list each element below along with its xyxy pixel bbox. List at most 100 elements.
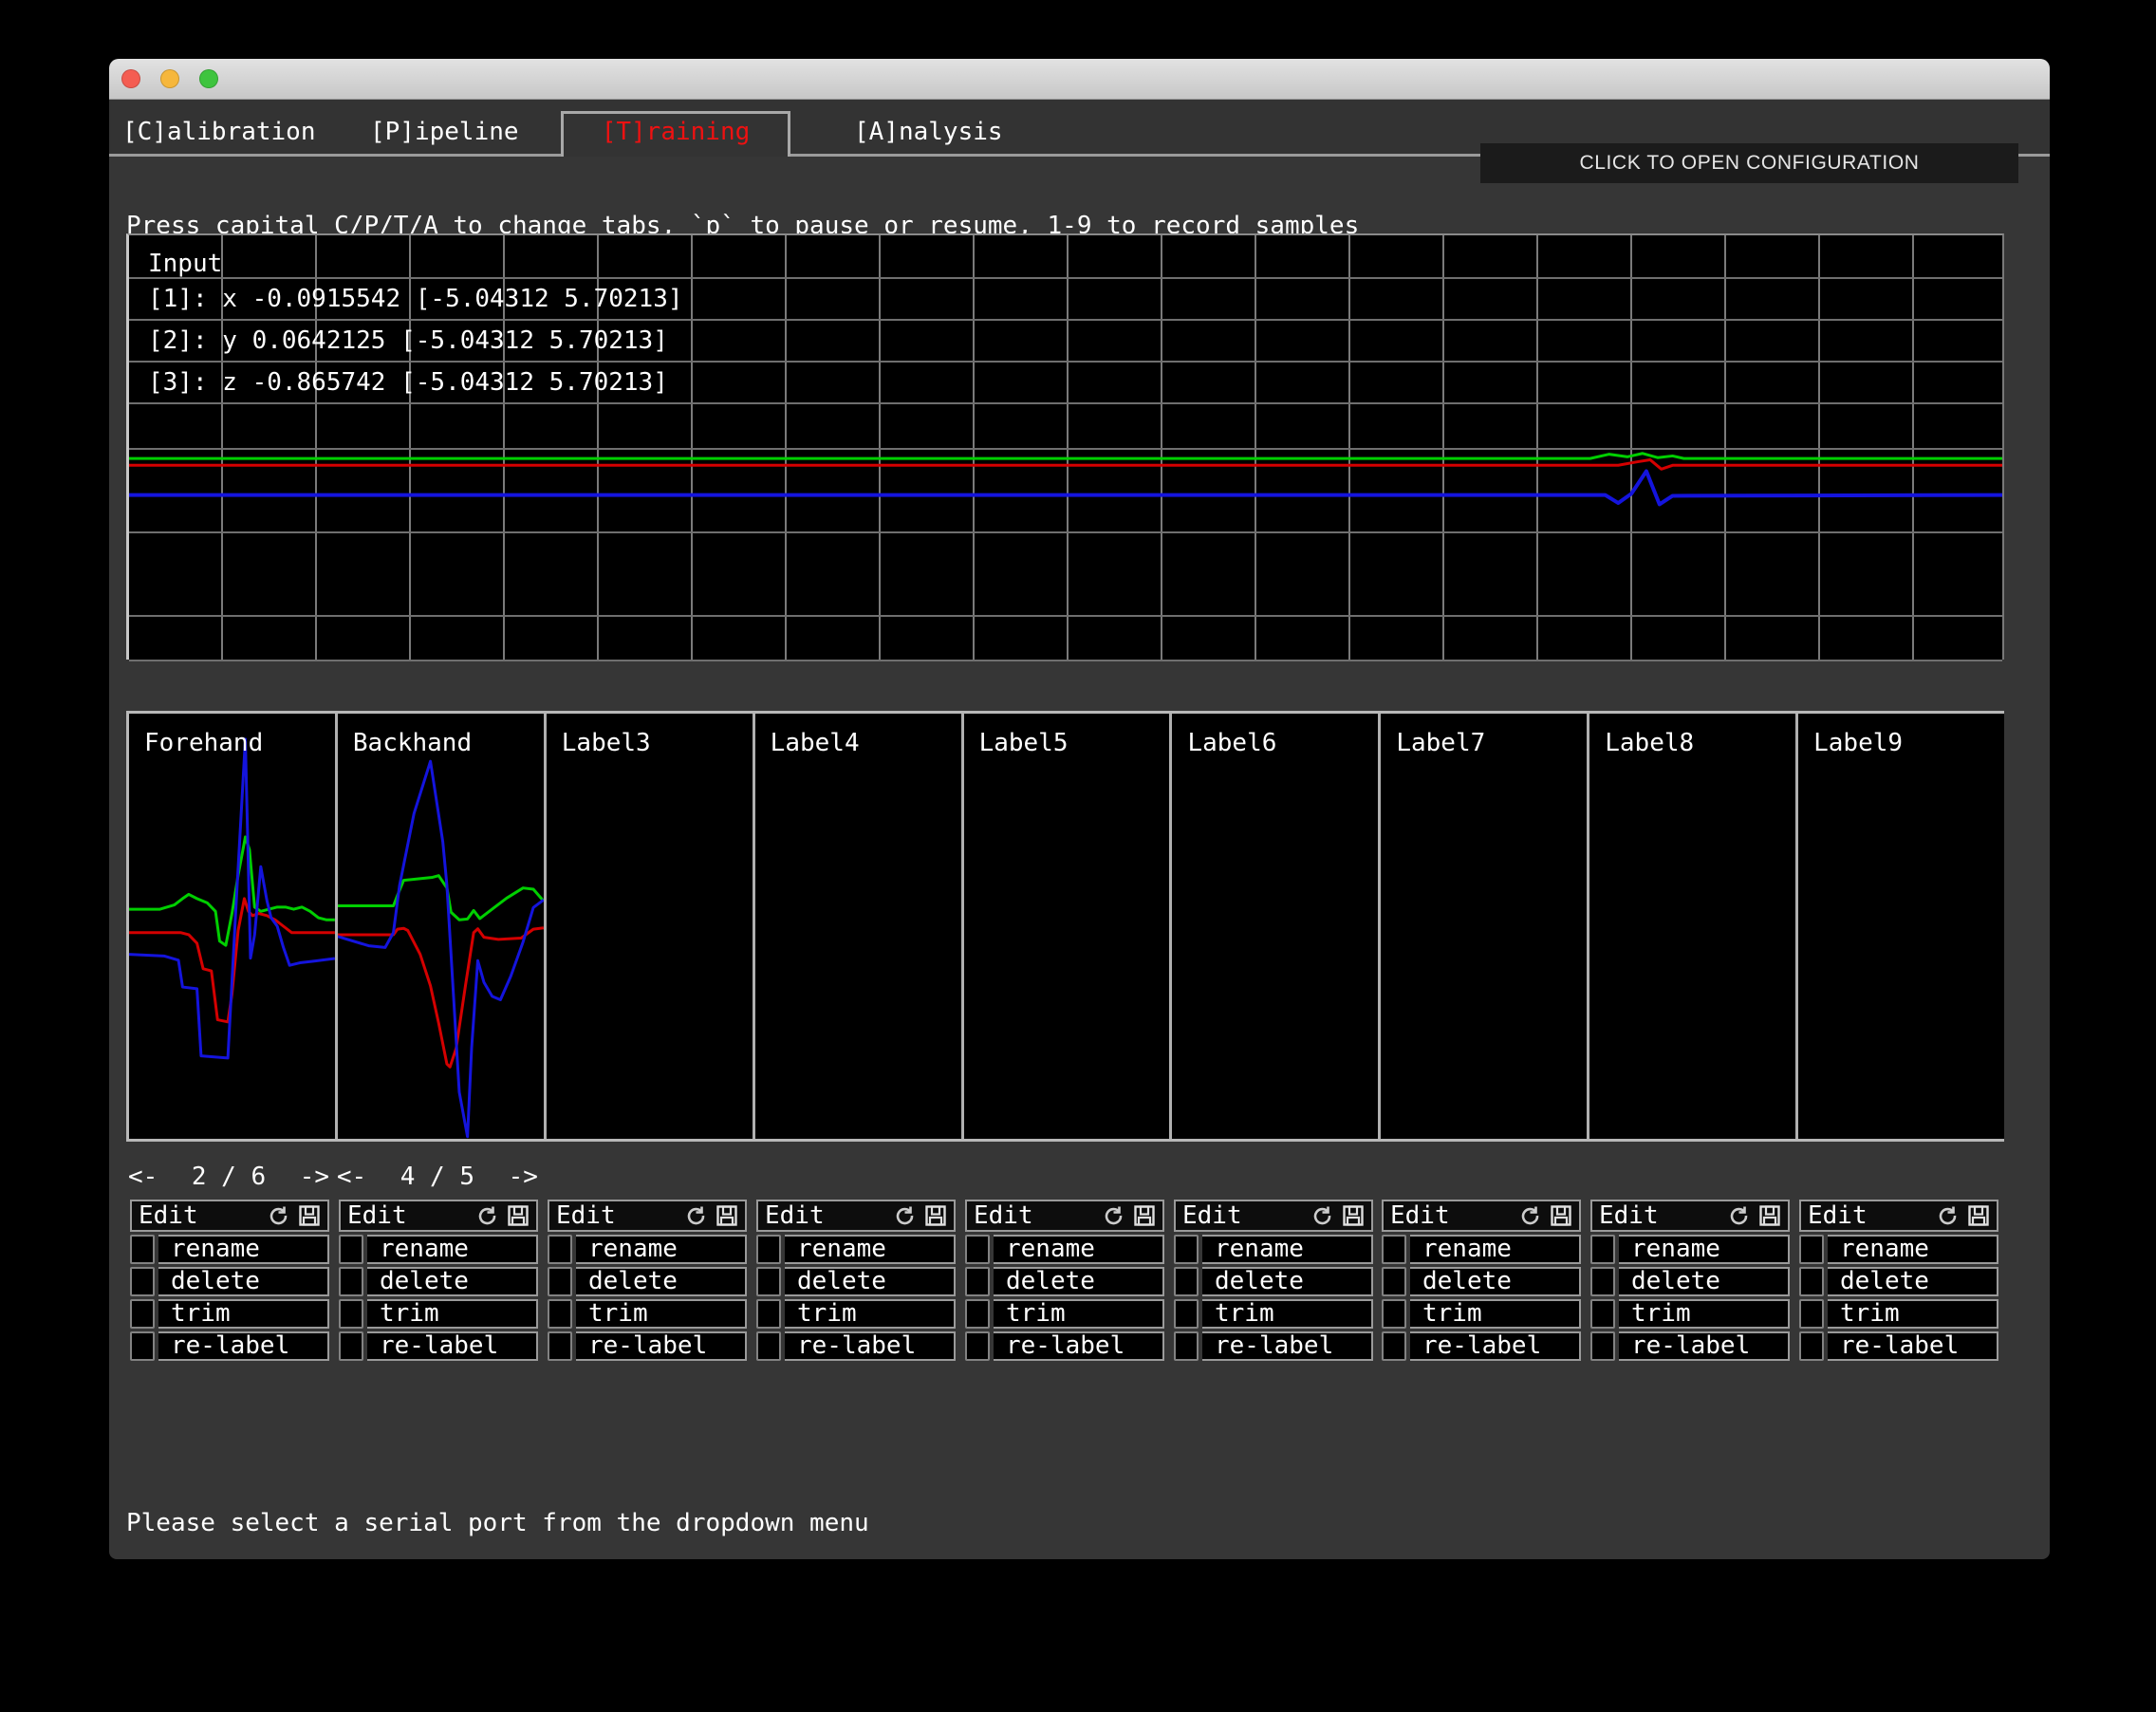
menu-item-rename[interactable]: rename: [576, 1235, 747, 1264]
menu-item-rename[interactable]: rename: [994, 1235, 1164, 1264]
checkbox-delete[interactable]: [339, 1267, 363, 1296]
menu-item-rename[interactable]: rename: [158, 1235, 329, 1264]
refresh-icon[interactable]: [684, 1204, 707, 1227]
menu-item-rename[interactable]: rename: [1619, 1235, 1790, 1264]
menu-item-re-label[interactable]: re-label: [1619, 1331, 1790, 1361]
refresh-icon[interactable]: [1102, 1204, 1124, 1227]
menu-item-trim[interactable]: trim: [158, 1299, 329, 1329]
menu-item-trim[interactable]: trim: [1828, 1299, 1998, 1329]
checkbox-rename[interactable]: [965, 1235, 990, 1264]
menu-item-delete[interactable]: delete: [1828, 1267, 1998, 1296]
menu-item-trim[interactable]: trim: [1202, 1299, 1373, 1329]
menu-item-trim[interactable]: trim: [1410, 1299, 1581, 1329]
checkbox-delete[interactable]: [1590, 1267, 1615, 1296]
save-icon[interactable]: [1342, 1204, 1365, 1227]
menu-item-trim[interactable]: trim: [1619, 1299, 1790, 1329]
refresh-icon[interactable]: [1518, 1204, 1541, 1227]
menu-item-re-label[interactable]: re-label: [158, 1331, 329, 1361]
checkbox-re-label[interactable]: [756, 1331, 781, 1361]
tab-calibration[interactable]: [C]alibration: [122, 118, 316, 146]
refresh-icon[interactable]: [1936, 1204, 1959, 1227]
menu-item-delete[interactable]: delete: [158, 1267, 329, 1296]
checkbox-rename[interactable]: [130, 1235, 155, 1264]
tab-training[interactable]: [T]raining: [561, 111, 790, 157]
menu-item-delete[interactable]: delete: [367, 1267, 538, 1296]
checkbox-delete[interactable]: [756, 1267, 781, 1296]
refresh-icon[interactable]: [1727, 1204, 1750, 1227]
save-icon[interactable]: [1550, 1204, 1572, 1227]
checkbox-trim[interactable]: [1590, 1299, 1615, 1329]
menu-item-re-label[interactable]: re-label: [994, 1331, 1164, 1361]
save-icon[interactable]: [1133, 1204, 1156, 1227]
menu-item-delete[interactable]: delete: [994, 1267, 1164, 1296]
checkbox-trim[interactable]: [339, 1299, 363, 1329]
checkbox-trim[interactable]: [756, 1299, 781, 1329]
pager-prev-arrow[interactable]: <-: [128, 1163, 158, 1191]
refresh-icon[interactable]: [475, 1204, 498, 1227]
checkbox-re-label[interactable]: [339, 1331, 363, 1361]
checkbox-re-label[interactable]: [965, 1331, 990, 1361]
checkbox-delete[interactable]: [130, 1267, 155, 1296]
refresh-icon[interactable]: [267, 1204, 289, 1227]
checkbox-re-label[interactable]: [1799, 1331, 1824, 1361]
checkbox-rename[interactable]: [1382, 1235, 1406, 1264]
menu-item-trim[interactable]: trim: [785, 1299, 956, 1329]
save-icon[interactable]: [507, 1204, 530, 1227]
checkbox-rename[interactable]: [1590, 1235, 1615, 1264]
menu-item-rename[interactable]: rename: [785, 1235, 956, 1264]
menu-item-re-label[interactable]: re-label: [576, 1331, 747, 1361]
checkbox-re-label[interactable]: [1590, 1331, 1615, 1361]
menu-item-rename[interactable]: rename: [1410, 1235, 1581, 1264]
menu-item-re-label[interactable]: re-label: [1202, 1331, 1373, 1361]
menu-item-delete[interactable]: delete: [1619, 1267, 1790, 1296]
menu-item-delete[interactable]: delete: [1202, 1267, 1373, 1296]
save-icon[interactable]: [298, 1204, 321, 1227]
checkbox-re-label[interactable]: [548, 1331, 572, 1361]
refresh-icon[interactable]: [1310, 1204, 1333, 1227]
open-configuration-button[interactable]: CLICK TO OPEN CONFIGURATION: [1480, 143, 2018, 183]
menu-item-delete[interactable]: delete: [576, 1267, 747, 1296]
menu-item-re-label[interactable]: re-label: [1410, 1331, 1581, 1361]
menu-item-delete[interactable]: delete: [1410, 1267, 1581, 1296]
save-icon[interactable]: [924, 1204, 947, 1227]
pager-next-arrow[interactable]: ->: [300, 1163, 329, 1191]
checkbox-re-label[interactable]: [130, 1331, 155, 1361]
pager-next-arrow[interactable]: ->: [509, 1163, 538, 1191]
save-icon[interactable]: [716, 1204, 738, 1227]
checkbox-re-label[interactable]: [1382, 1331, 1406, 1361]
menu-item-trim[interactable]: trim: [576, 1299, 747, 1329]
checkbox-trim[interactable]: [1174, 1299, 1199, 1329]
menu-item-rename[interactable]: rename: [1828, 1235, 1998, 1264]
menu-item-trim[interactable]: trim: [367, 1299, 538, 1329]
checkbox-rename[interactable]: [339, 1235, 363, 1264]
checkbox-rename[interactable]: [1174, 1235, 1199, 1264]
checkbox-re-label[interactable]: [1174, 1331, 1199, 1361]
checkbox-delete[interactable]: [1799, 1267, 1824, 1296]
menu-item-delete[interactable]: delete: [785, 1267, 956, 1296]
menu-item-re-label[interactable]: re-label: [785, 1331, 956, 1361]
checkbox-rename[interactable]: [756, 1235, 781, 1264]
close-button[interactable]: [121, 69, 140, 88]
menu-item-trim[interactable]: trim: [994, 1299, 1164, 1329]
checkbox-delete[interactable]: [1382, 1267, 1406, 1296]
tab-pipeline[interactable]: [P]ipeline: [370, 118, 519, 146]
checkbox-delete[interactable]: [548, 1267, 572, 1296]
tab-analysis[interactable]: [A]nalysis: [854, 118, 1003, 146]
menu-item-re-label[interactable]: re-label: [367, 1331, 538, 1361]
menu-item-re-label[interactable]: re-label: [1828, 1331, 1998, 1361]
checkbox-trim[interactable]: [548, 1299, 572, 1329]
menu-item-rename[interactable]: rename: [1202, 1235, 1373, 1264]
checkbox-trim[interactable]: [965, 1299, 990, 1329]
checkbox-rename[interactable]: [1799, 1235, 1824, 1264]
checkbox-delete[interactable]: [1174, 1267, 1199, 1296]
checkbox-trim[interactable]: [1799, 1299, 1824, 1329]
pager-prev-arrow[interactable]: <-: [337, 1163, 366, 1191]
checkbox-delete[interactable]: [965, 1267, 990, 1296]
refresh-icon[interactable]: [893, 1204, 916, 1227]
checkbox-rename[interactable]: [548, 1235, 572, 1264]
menu-item-rename[interactable]: rename: [367, 1235, 538, 1264]
zoom-button[interactable]: [199, 69, 218, 88]
save-icon[interactable]: [1967, 1204, 1990, 1227]
checkbox-trim[interactable]: [130, 1299, 155, 1329]
save-icon[interactable]: [1758, 1204, 1781, 1227]
